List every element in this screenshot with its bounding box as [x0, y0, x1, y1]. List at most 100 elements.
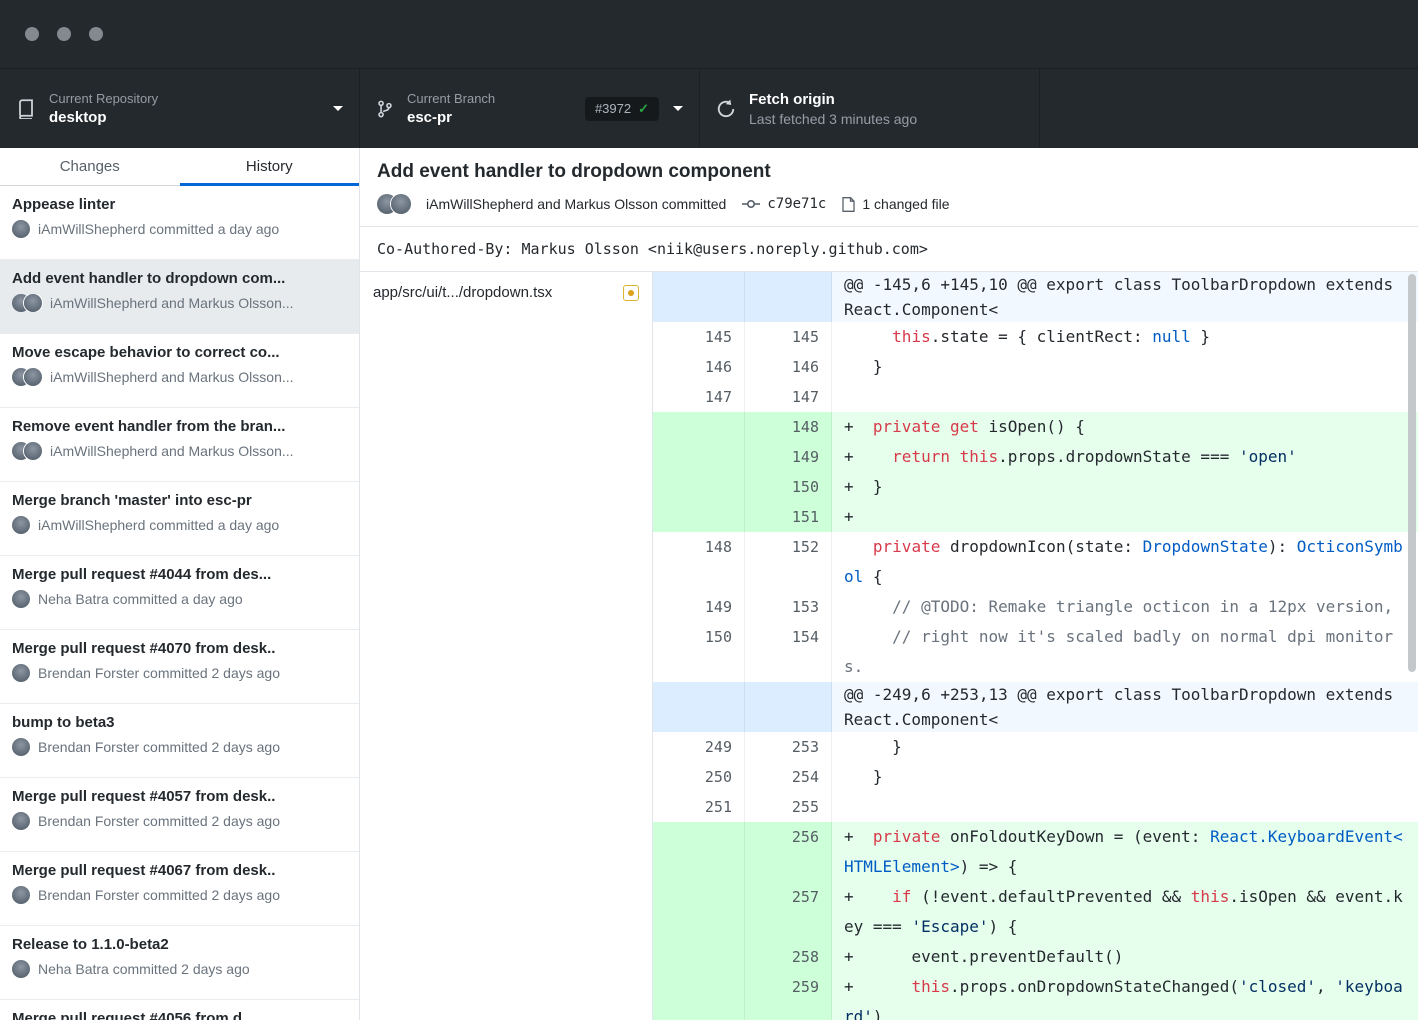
commit-item-title: Merge branch 'master' into esc-pr — [12, 492, 347, 509]
minimize-button[interactable] — [57, 27, 71, 41]
diff-line-marker — [844, 387, 854, 406]
avatar — [24, 368, 42, 386]
code-token: // right now it's scaled badly on normal… — [844, 627, 1393, 676]
scrollbar[interactable] — [1408, 274, 1416, 1018]
commit-item-title: Merge pull request #4067 from desk.. — [12, 862, 347, 879]
commit-list-item[interactable]: Add event handler to dropdown com...iAmW… — [0, 260, 359, 334]
commit-list-item[interactable]: Merge pull request #4044 from des... Neha… — [0, 556, 359, 630]
code-line: // right now it's scaled badly on normal… — [832, 622, 1418, 682]
git-branch-icon — [376, 98, 394, 120]
commit-list-item[interactable]: Merge pull request #4070 from desk..Bren… — [0, 630, 359, 704]
code-token: 'Escape' — [911, 917, 988, 936]
toolbar: Current Repository desktop Current Branc… — [0, 68, 1418, 148]
file-list-item[interactable]: app/src/ui/t.../dropdown.tsx — [360, 272, 652, 313]
commit-item-meta: Brendan Forster committed 2 days ago — [12, 738, 347, 756]
old-line-number: 147 — [653, 382, 745, 412]
code-token: // @TODO: Remake triangle octicon in a 1… — [892, 597, 1393, 616]
code-token: this — [911, 977, 950, 996]
commit-item-meta: Neha Batra committed a day ago — [12, 590, 347, 608]
old-line-number — [653, 442, 745, 472]
avatar — [24, 294, 42, 312]
tab-history[interactable]: History — [180, 148, 360, 185]
code-token — [854, 977, 912, 996]
commit-list-item[interactable]: bump to beta3Brendan Forster committed 2… — [0, 704, 359, 778]
code-token: event.preventDefault() — [854, 947, 1124, 966]
tab-changes[interactable]: Changes — [0, 148, 180, 185]
changed-files-count: 1 changed file — [862, 196, 949, 212]
commit-item-title: Move escape behavior to correct co... — [12, 344, 347, 361]
commit-list-item[interactable]: Move escape behavior to correct co... iAm… — [0, 334, 359, 408]
commit-item-meta-text: Neha Batra committed a day ago — [38, 591, 243, 607]
commit-description: Co-Authored-By: Markus Olsson <niik@user… — [360, 227, 1418, 272]
code-token: } — [854, 477, 883, 496]
commit-list-item[interactable]: Appease linter iAmWillShepherd committed … — [0, 186, 359, 260]
code-token: DropdownState — [1143, 537, 1268, 556]
titlebar — [0, 0, 1418, 68]
sync-icon — [716, 99, 736, 119]
commit-item-meta: iAmWillShepherd committed a day ago — [12, 220, 347, 238]
new-line-number: 150 — [745, 472, 832, 502]
commit-item-meta-text: iAmWillShepherd and Markus Olsson... — [50, 369, 294, 385]
repository-dropdown[interactable]: Current Repository desktop — [0, 69, 360, 148]
commit-list-item[interactable]: Remove event handler from the bran...iAm… — [0, 408, 359, 482]
commit-item-meta: iAmWillShepherd and Markus Olsson... — [12, 442, 347, 460]
fetch-origin-button[interactable]: Fetch origin Last fetched 3 minutes ago — [700, 69, 1040, 148]
diff-line-marker: + — [844, 447, 854, 466]
maximize-button[interactable] — [89, 27, 103, 41]
code-line: } — [832, 762, 1418, 792]
code-line: } — [832, 352, 1418, 382]
code-token: isOpen() { — [979, 417, 1085, 436]
commit-item-title: Merge pull request #4044 from des... — [12, 566, 347, 583]
code-line: @@ -249,6 +253,13 @@ export class Toolba… — [832, 682, 1418, 732]
code-token: private — [873, 417, 940, 436]
old-line-number — [653, 412, 745, 442]
new-line-number: 145 — [745, 322, 832, 352]
code-token: ) — [873, 1007, 883, 1020]
commit-list-item[interactable]: Merge pull request #4057 from desk..Bren… — [0, 778, 359, 852]
code-line — [832, 792, 1418, 822]
avatar-stack — [12, 516, 30, 534]
commit-list-item[interactable]: Merge pull request #4067 from desk..Bren… — [0, 852, 359, 926]
scrollbar-thumb[interactable] — [1408, 274, 1416, 672]
fetch-label: Fetch origin — [749, 91, 1023, 108]
avatar — [12, 960, 30, 978]
commit-list-item[interactable]: Release to 1.1.0-beta2Neha Batra committ… — [0, 926, 359, 1000]
sidebar-tabs: Changes History — [0, 148, 359, 186]
old-line-number: 149 — [653, 592, 745, 622]
avatar-stack — [12, 664, 30, 682]
new-line-number: 256 — [745, 822, 832, 882]
code-token: , — [1316, 977, 1335, 996]
new-line-number — [745, 272, 832, 322]
old-line-number — [653, 972, 745, 1020]
avatar — [12, 664, 30, 682]
code-line: this.state = { clientRect: null } — [832, 322, 1418, 352]
commit-item-meta-text: Brendan Forster committed 2 days ago — [38, 813, 280, 829]
avatar-stack — [12, 886, 30, 904]
commit-list-item[interactable]: Merge branch 'master' into esc-priAmWill… — [0, 482, 359, 556]
commit-item-meta-text: iAmWillShepherd and Markus Olsson... — [50, 295, 294, 311]
old-line-number: 148 — [653, 532, 745, 592]
diff-area: app/src/ui/t.../dropdown.tsx @@ -145,6 +… — [360, 272, 1418, 1020]
diff-row-add: 148+ private get isOpen() { — [653, 412, 1418, 442]
code-line: + } — [832, 472, 1418, 502]
commit-item-title: Appease linter — [12, 196, 347, 213]
avatar-stack — [12, 220, 30, 238]
commit-item-meta: Neha Batra committed 2 days ago — [12, 960, 347, 978]
branch-dropdown[interactable]: Current Branch esc-pr #3972 ✓ — [360, 69, 700, 148]
avatar — [12, 220, 30, 238]
diff-row-context: 148152 private dropdownIcon(state: Dropd… — [653, 532, 1418, 592]
old-line-number: 251 — [653, 792, 745, 822]
close-button[interactable] — [25, 27, 39, 41]
code-line: + event.preventDefault() — [832, 942, 1418, 972]
code-token: } — [1191, 327, 1210, 346]
code-token — [854, 417, 873, 436]
new-line-number: 257 — [745, 882, 832, 942]
new-line-number: 151 — [745, 502, 832, 532]
avatar-stack — [377, 194, 411, 214]
diff-row-add: 258+ event.preventDefault() — [653, 942, 1418, 972]
commit-list-item[interactable]: Merge pull request #4056 from d... — [0, 1000, 359, 1020]
diff-row-add: 151+ — [653, 502, 1418, 532]
hunk-header-text: @@ -145,6 +145,10 @@ export class Toolba… — [844, 275, 1403, 319]
code-token: get — [950, 417, 979, 436]
code-token: .props.onDropdownStateChanged( — [950, 977, 1239, 996]
